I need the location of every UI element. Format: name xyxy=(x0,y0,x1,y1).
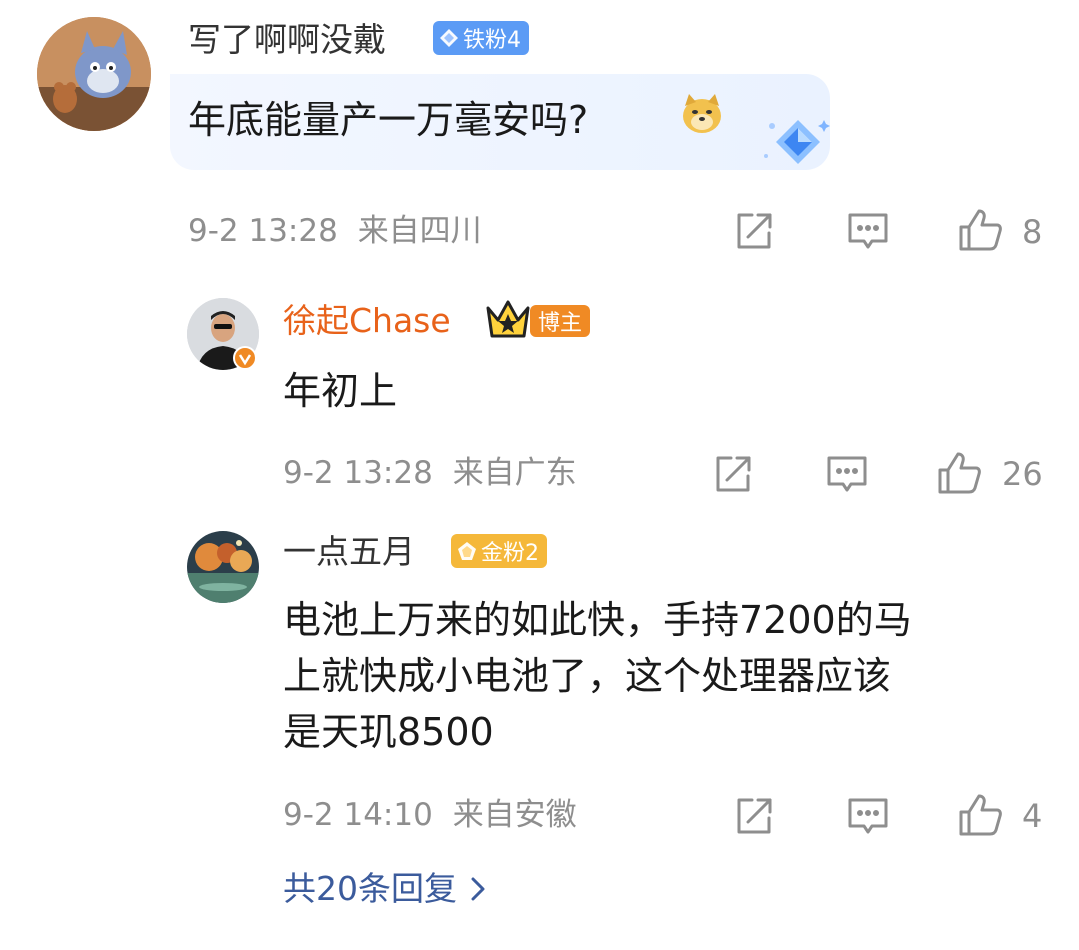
comment-meta: 9-2 13:28 来自广东 xyxy=(283,458,577,489)
comment-text: 年底能量产一万毫安吗? xyxy=(188,98,589,142)
share-button[interactable] xyxy=(732,209,776,253)
like-button[interactable] xyxy=(936,450,981,494)
avatar[interactable] xyxy=(187,531,259,603)
thumbs-up-icon xyxy=(959,794,1002,836)
more-replies-link[interactable]: 共20条回复 xyxy=(283,872,487,905)
badge-label: 博主 xyxy=(538,311,583,336)
blogger-badge: 博主 xyxy=(530,305,591,337)
share-button[interactable] xyxy=(732,794,776,838)
diamond-decoration-icon xyxy=(760,112,832,172)
location: 来自四川 xyxy=(357,213,482,249)
fan-badge: 铁粉4 xyxy=(433,21,529,55)
username[interactable]: 写了啊啊没戴 xyxy=(188,23,386,56)
comment-icon xyxy=(848,213,888,249)
diamond-icon xyxy=(440,29,458,47)
thumbs-up-icon xyxy=(959,209,1002,251)
comment-meta: 9-2 13:28 来自四川 xyxy=(188,216,482,247)
username[interactable]: 一点五月 xyxy=(283,535,415,568)
badge-label: 铁粉4 xyxy=(463,28,521,53)
more-replies-label: 共20条回复 xyxy=(283,869,457,908)
avatar-landscape-image xyxy=(187,531,259,603)
share-icon xyxy=(716,456,751,492)
verified-badge-icon xyxy=(233,346,257,370)
like-count: 4 xyxy=(1022,797,1043,835)
location: 来自安徽 xyxy=(452,797,577,833)
comment-button[interactable] xyxy=(825,452,869,496)
share-icon xyxy=(737,213,772,249)
comment-text-line: 电池上万来的如此快，手持7200的马 xyxy=(283,598,912,642)
like-count: 26 xyxy=(1002,455,1043,493)
badge-label: 金粉2 xyxy=(481,541,539,566)
comment-text: 年初上 xyxy=(283,369,398,413)
share-button[interactable] xyxy=(711,452,755,496)
comment-button[interactable] xyxy=(846,209,890,253)
timestamp: 9-2 13:28 xyxy=(283,455,433,491)
comment-text-line: 是天玑8500 xyxy=(283,710,494,754)
fan-badge: 金粉2 xyxy=(451,534,547,568)
like-button[interactable] xyxy=(957,207,1002,251)
location: 来自广东 xyxy=(452,455,577,491)
timestamp: 9-2 14:10 xyxy=(283,797,433,833)
comment-meta: 9-2 14:10 来自安徽 xyxy=(283,800,577,831)
crown-icon xyxy=(484,298,532,340)
username[interactable]: 徐起Chase xyxy=(283,304,451,337)
like-button[interactable] xyxy=(957,792,1002,836)
comment-icon xyxy=(827,456,867,492)
comment-button[interactable] xyxy=(846,794,890,838)
comment-text: 电池上万来的如此快，手持7200的马 上就快成小电池了，这个处理器应该 是天玑8… xyxy=(283,592,1043,760)
comment-text-line: 上就快成小电池了，这个处理器应该 xyxy=(283,654,892,698)
avatar[interactable] xyxy=(37,17,151,131)
like-count: 8 xyxy=(1022,213,1043,251)
comment-icon xyxy=(848,798,888,834)
pentagon-icon xyxy=(458,542,476,560)
doge-emoji xyxy=(680,92,724,136)
thumbs-up-icon xyxy=(938,452,981,494)
share-icon xyxy=(737,798,772,834)
avatar-cat-image xyxy=(37,17,151,131)
chevron-right-icon xyxy=(471,877,485,900)
timestamp: 9-2 13:28 xyxy=(188,213,338,249)
